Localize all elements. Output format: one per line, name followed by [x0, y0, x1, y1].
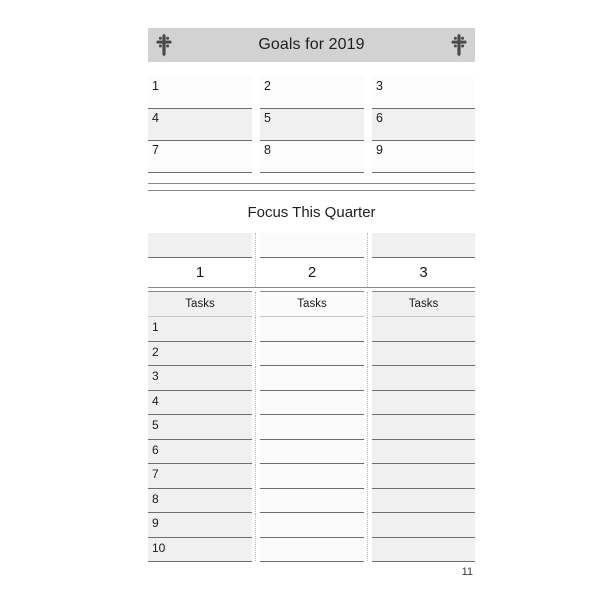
task-cell-col3[interactable] — [367, 513, 475, 538]
task-cell-col1[interactable]: 6 — [148, 439, 252, 464]
goals-grid: 1 2 3 4 5 6 7 8 9 — [148, 77, 475, 173]
task-cell-col2[interactable] — [255, 341, 364, 366]
focus-column-number-2: 2 — [255, 257, 364, 287]
goals-row: 1 2 3 — [148, 77, 475, 109]
tasks-header-row: Tasks Tasks Tasks — [148, 291, 475, 317]
goal-entry-5[interactable]: 5 — [260, 109, 364, 141]
planner-page: Goals for 2019 1 2 3 4 5 6 7 8 9 Focus T… — [148, 28, 475, 578]
focus-quarter-table: 1 2 3 Tasks Tasks Tasks 1 2 3 4 5 6 7 8 … — [148, 233, 475, 562]
focus-blank-cell-1[interactable] — [148, 233, 252, 257]
tasks-header-1: Tasks — [148, 291, 252, 317]
task-cell-col1[interactable]: 3 — [148, 366, 252, 391]
task-row: 7 — [148, 464, 475, 489]
task-cell-col2[interactable] — [255, 488, 364, 513]
task-cell-col1[interactable]: 4 — [148, 390, 252, 415]
task-cell-col1[interactable]: 9 — [148, 513, 252, 538]
cross-icon — [156, 33, 172, 57]
focus-column-number-row: 1 2 3 — [148, 257, 475, 287]
task-cell-col2[interactable] — [255, 537, 364, 562]
task-cell-col1[interactable]: 8 — [148, 488, 252, 513]
focus-column-number-3: 3 — [367, 257, 475, 287]
section-divider — [148, 183, 475, 191]
task-cell-col3[interactable] — [367, 439, 475, 464]
task-cell-col1[interactable]: 2 — [148, 341, 252, 366]
goals-row: 4 5 6 — [148, 109, 475, 141]
task-cell-col3[interactable] — [367, 317, 475, 342]
task-row: 6 — [148, 439, 475, 464]
task-row: 9 — [148, 513, 475, 538]
task-cell-col2[interactable] — [255, 513, 364, 538]
goal-entry-9[interactable]: 9 — [372, 141, 475, 173]
focus-blank-cell-2[interactable] — [255, 233, 364, 257]
task-cell-col3[interactable] — [367, 537, 475, 562]
task-row: 1 — [148, 317, 475, 342]
task-row: 4 — [148, 390, 475, 415]
task-row: 2 — [148, 341, 475, 366]
tasks-header-2: Tasks — [255, 291, 364, 317]
task-row: 3 — [148, 366, 475, 391]
goals-row: 7 8 9 — [148, 141, 475, 173]
focus-blank-cell-3[interactable] — [367, 233, 475, 257]
task-cell-col2[interactable] — [255, 390, 364, 415]
tasks-header-3: Tasks — [367, 291, 475, 317]
task-cell-col1[interactable]: 5 — [148, 415, 252, 440]
page-title: Goals for 2019 — [258, 36, 365, 53]
page-header-banner: Goals for 2019 — [148, 28, 475, 62]
task-row: 8 — [148, 488, 475, 513]
cross-icon — [451, 33, 467, 57]
page-number: 11 — [461, 566, 473, 578]
goal-entry-8[interactable]: 8 — [260, 141, 364, 173]
task-cell-col2[interactable] — [255, 415, 364, 440]
task-cell-col3[interactable] — [367, 341, 475, 366]
goal-entry-2[interactable]: 2 — [260, 77, 364, 109]
task-cell-col3[interactable] — [367, 488, 475, 513]
task-cell-col2[interactable] — [255, 439, 364, 464]
focus-section-title: Focus This Quarter — [247, 204, 376, 221]
goal-entry-1[interactable]: 1 — [148, 77, 252, 109]
goal-entry-7[interactable]: 7 — [148, 141, 252, 173]
task-cell-col1[interactable]: 1 — [148, 317, 252, 342]
goal-entry-3[interactable]: 3 — [372, 77, 475, 109]
focus-blank-row — [148, 233, 475, 257]
task-cell-col1[interactable]: 7 — [148, 464, 252, 489]
task-cell-col2[interactable] — [255, 366, 364, 391]
focus-column-number-1: 1 — [148, 257, 252, 287]
task-cell-col3[interactable] — [367, 366, 475, 391]
goal-entry-6[interactable]: 6 — [372, 109, 475, 141]
task-cell-col2[interactable] — [255, 464, 364, 489]
task-cell-col1[interactable]: 10 — [148, 537, 252, 562]
task-cell-col2[interactable] — [255, 317, 364, 342]
goal-entry-4[interactable]: 4 — [148, 109, 252, 141]
task-row: 10 — [148, 537, 475, 562]
task-cell-col3[interactable] — [367, 415, 475, 440]
task-cell-col3[interactable] — [367, 464, 475, 489]
task-row: 5 — [148, 415, 475, 440]
task-cell-col3[interactable] — [367, 390, 475, 415]
